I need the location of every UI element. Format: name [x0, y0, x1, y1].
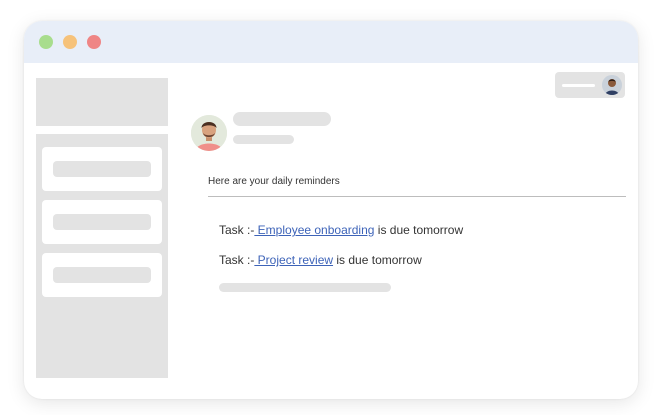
- task-reminder-line: Task :- Employee onboarding is due tomor…: [219, 223, 463, 237]
- task-suffix: is due tomorrow: [374, 223, 464, 237]
- sidebar-item[interactable]: [42, 253, 162, 297]
- sender-name-placeholder: [233, 112, 331, 126]
- sidebar-header-placeholder: [36, 78, 168, 126]
- task-suffix: is due tomorrow: [333, 253, 422, 267]
- person-avatar-icon: [602, 75, 622, 95]
- sidebar-item-placeholder: [53, 267, 151, 283]
- person-avatar-icon: [191, 115, 227, 151]
- close-dot-green[interactable]: [39, 35, 53, 49]
- task-prefix: Task :-: [219, 223, 255, 237]
- task-link-employee-onboarding[interactable]: Employee onboarding: [254, 223, 375, 237]
- maximize-dot-red[interactable]: [87, 35, 101, 49]
- title-bar: [24, 21, 638, 63]
- account-name-placeholder: [562, 84, 595, 87]
- task-prefix: Task :-: [219, 253, 255, 267]
- sender-email-placeholder: [233, 135, 294, 144]
- sidebar-item[interactable]: [42, 200, 162, 244]
- sidebar: [36, 134, 168, 378]
- browser-window: Here are your daily reminders Task :- Em…: [24, 21, 638, 399]
- sidebar-item[interactable]: [42, 147, 162, 191]
- sidebar-item-placeholder: [53, 161, 151, 177]
- email-subject: Here are your daily reminders: [208, 176, 340, 187]
- task-link-project-review[interactable]: Project review: [254, 253, 333, 267]
- divider: [208, 196, 626, 197]
- sidebar-item-placeholder: [53, 214, 151, 230]
- task-reminder-line: Task :- Project review is due tomorrow: [219, 253, 422, 267]
- footer-text-placeholder: [219, 283, 391, 292]
- minimize-dot-yellow[interactable]: [63, 35, 77, 49]
- account-menu-button[interactable]: [555, 72, 625, 98]
